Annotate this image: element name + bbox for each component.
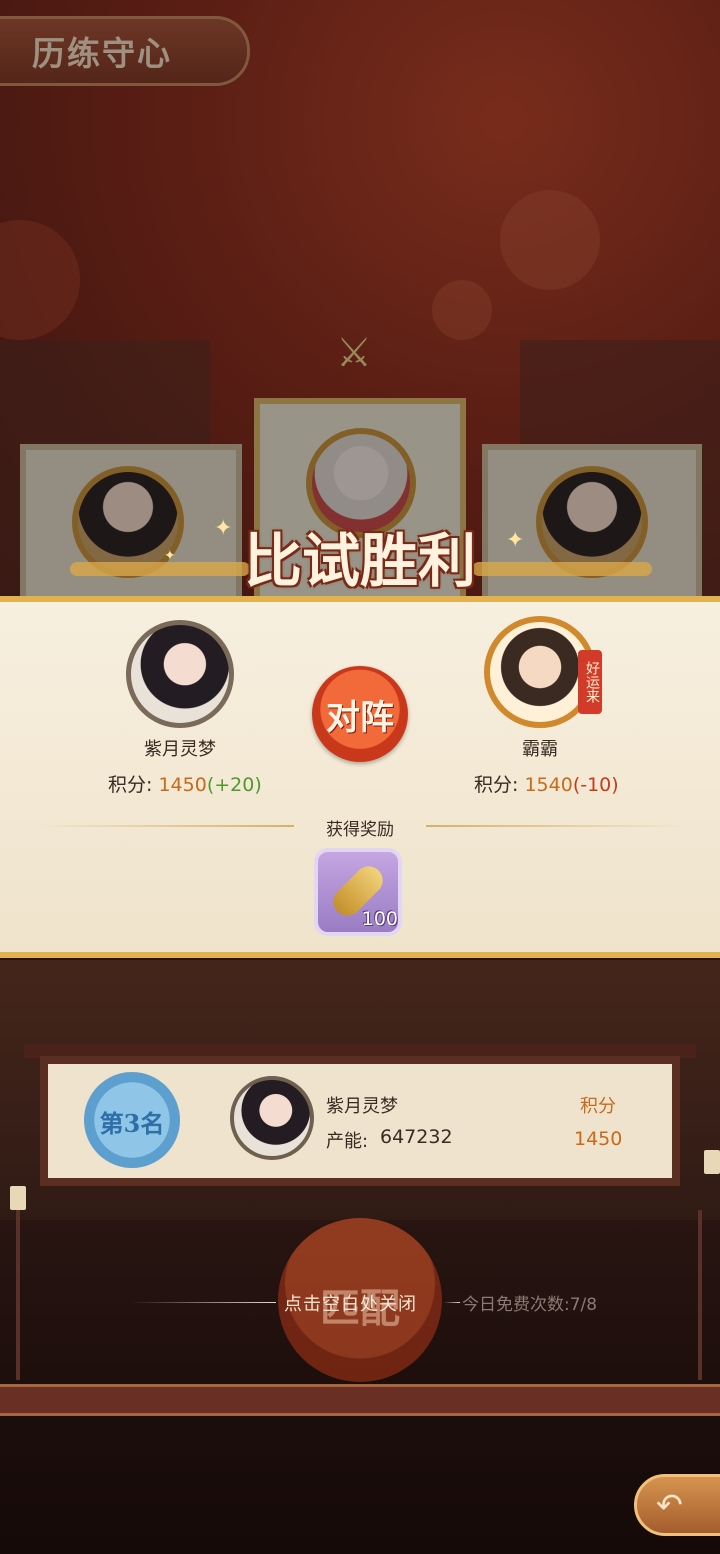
opponent-score-label: 积分: bbox=[474, 774, 519, 796]
opponent-name: 霸霸 bbox=[522, 739, 558, 760]
candle-stand bbox=[16, 1210, 20, 1380]
player-score: 积分: 1450(+20) bbox=[108, 770, 262, 797]
reward-label: 获得奖励 bbox=[326, 820, 394, 840]
opponent-score: 积分: 1540(-10) bbox=[474, 770, 619, 797]
close-hint: 点击空白处关闭 bbox=[284, 1294, 417, 1315]
player-score-value: 1450 bbox=[158, 774, 207, 796]
player-score-label: 积分: bbox=[108, 774, 153, 796]
reward-count: 100 bbox=[361, 908, 398, 930]
board-score-label: 积分 bbox=[580, 1096, 616, 1117]
board-player-name: 紫月灵梦 bbox=[326, 1096, 398, 1117]
opponent-score-value: 1540 bbox=[524, 774, 573, 796]
floor-bar bbox=[0, 1384, 720, 1416]
victory-title: 比试胜利 bbox=[243, 527, 476, 595]
board-power-label: 产能: bbox=[326, 1131, 369, 1152]
candle-icon bbox=[704, 1150, 720, 1174]
board-avatar bbox=[230, 1076, 314, 1160]
board-power-value: 647232 bbox=[380, 1126, 453, 1148]
back-arrow-icon: ↶ bbox=[656, 1486, 683, 1524]
rank-text: 第3名 bbox=[99, 1109, 165, 1138]
player-score-delta: (+20) bbox=[206, 774, 262, 796]
player-name: 紫月灵梦 bbox=[144, 739, 216, 760]
free-attempts-count: 今日免费次数:7/8 bbox=[462, 1295, 598, 1315]
vs-label: 对阵 bbox=[326, 698, 394, 738]
lucky-badge: 好运来 bbox=[578, 650, 602, 714]
candle-icon bbox=[10, 1186, 26, 1210]
board-score-value: 1450 bbox=[574, 1128, 623, 1150]
reward-divider-left bbox=[34, 825, 294, 827]
opponent-score-delta: (-10) bbox=[572, 774, 619, 796]
candle-stand bbox=[698, 1210, 702, 1380]
reward-divider-right bbox=[426, 825, 688, 827]
player-avatar bbox=[126, 620, 234, 728]
hint-line-left bbox=[130, 1302, 276, 1303]
hint-line-right bbox=[444, 1302, 460, 1303]
